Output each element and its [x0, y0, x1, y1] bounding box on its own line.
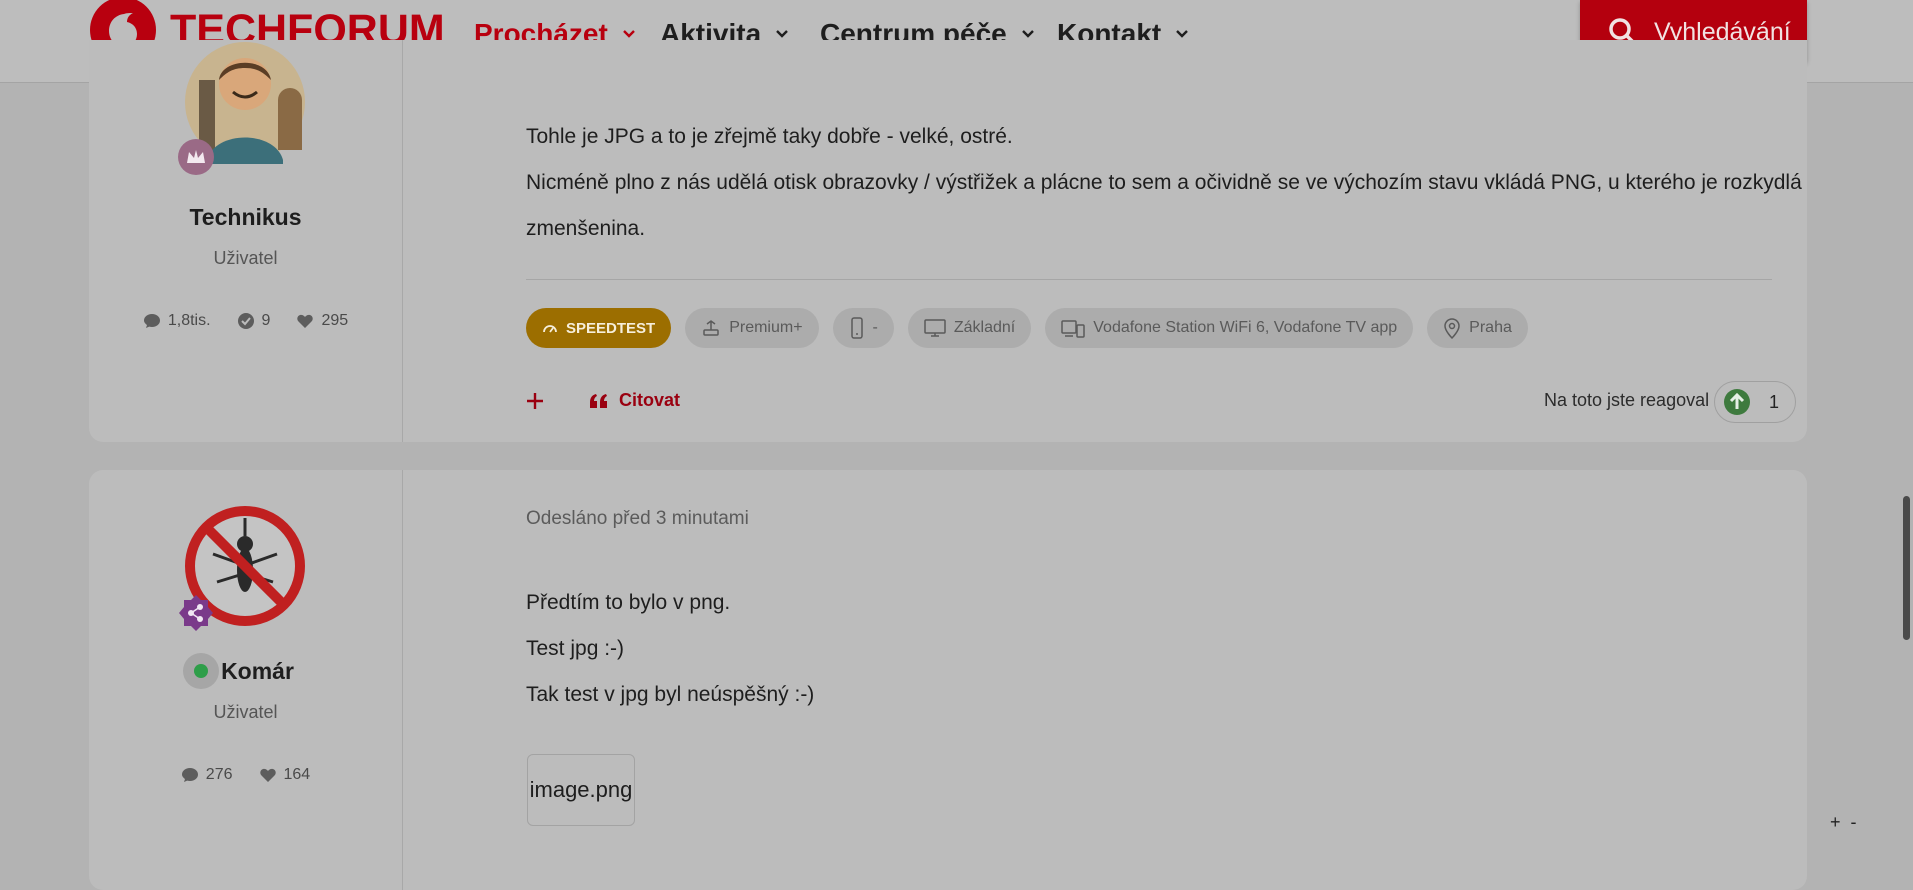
author-role: Uživatel	[213, 702, 278, 722]
tag-devices: Vodafone Station WiFi 6, Vodafone TV app	[1045, 308, 1414, 348]
post-body-line: Tohle je JPG a to je zřejmě taky dobře -…	[526, 125, 1013, 148]
reaction-counter[interactable]: 1	[1714, 381, 1796, 423]
post-body-line: Test jpg :-)	[526, 637, 625, 660]
tag-tv-plan: Základní	[907, 308, 1032, 348]
stat-posts: 276	[181, 766, 233, 784]
author-name[interactable]: Technikus	[89, 204, 402, 231]
post-author-panel: Komár Uživatel 276 164	[89, 470, 403, 890]
stat-solutions: 9	[237, 312, 270, 330]
router-icon	[703, 320, 719, 336]
check-circle-icon	[237, 313, 254, 329]
tag-mobile-plan: -	[832, 308, 894, 348]
chevron-down-icon	[1021, 30, 1034, 38]
post-divider	[526, 279, 1772, 280]
signature-tags: SPEEDTEST Premium+ - Základní Vodafone S…	[526, 308, 1528, 348]
phone-icon	[850, 317, 863, 339]
chevron-down-icon	[776, 30, 789, 38]
arrow-up-circle-icon	[1724, 389, 1750, 415]
location-pin-icon	[1444, 318, 1460, 339]
chevron-down-icon	[1176, 30, 1189, 38]
post-content: Odesláno před 3 minutami Předtím to bylo…	[403, 470, 1807, 890]
stat-likes: 295	[296, 312, 348, 330]
author-name[interactable]: Komár	[101, 658, 414, 685]
monitor-icon	[924, 319, 946, 337]
heart-icon	[297, 314, 314, 328]
post-author-panel: Technikus Uživatel 1,8tis. 9 295	[89, 40, 403, 442]
page-scrollbar-thumb[interactable]	[1903, 496, 1910, 640]
post-body-line: Předtím to bylo v png.	[526, 591, 731, 614]
author-role: Uživatel	[213, 248, 278, 268]
post-body-line: Tak test v jpg byl neúspěšný :-)	[526, 683, 815, 706]
comment-icon	[143, 314, 160, 328]
zoom-controls: +-	[1830, 812, 1867, 833]
tag-internet-plan: Premium+	[685, 308, 819, 348]
community-badge-icon	[179, 595, 213, 631]
forum-post: Technikus Uživatel 1,8tis. 9 295 Tohle j…	[89, 40, 1807, 442]
author-stats: 1,8tis. 9 295	[89, 312, 402, 330]
author-stats: 276 164	[89, 766, 402, 784]
stat-likes: 164	[259, 766, 310, 784]
forum-post: Komár Uživatel 276 164 Odesláno před 3 m…	[89, 470, 1807, 890]
post-timestamp[interactable]: Odesláno před 3 minutami	[526, 508, 749, 530]
stat-posts: 1,8tis.	[143, 312, 211, 330]
rank-badge-icon	[178, 139, 214, 175]
zoom-out-button[interactable]: -	[1851, 812, 1867, 832]
chevron-down-icon	[622, 30, 635, 38]
quote-icon	[590, 393, 607, 408]
tag-speedtest[interactable]: SPEEDTEST	[526, 308, 672, 348]
quote-button[interactable]: Citovat	[589, 390, 680, 411]
devices-icon	[1061, 320, 1085, 338]
post-body-line: zmenšenina.	[526, 217, 646, 240]
post-body-line: Nicméně plno z nás udělá otisk obrazovky…	[526, 171, 1802, 194]
post-content: Tohle je JPG a to je zřejmě taky dobře -…	[403, 40, 1807, 442]
speedometer-icon	[543, 325, 557, 333]
heart-icon	[259, 768, 276, 782]
plus-icon[interactable]	[526, 392, 544, 410]
comment-icon	[181, 768, 198, 782]
attachment-image[interactable]: image.png	[527, 754, 635, 826]
tag-location: Praha	[1427, 308, 1528, 348]
reaction-status: Na toto jste reagoval	[1544, 390, 1710, 410]
zoom-in-button[interactable]: +	[1830, 812, 1851, 832]
